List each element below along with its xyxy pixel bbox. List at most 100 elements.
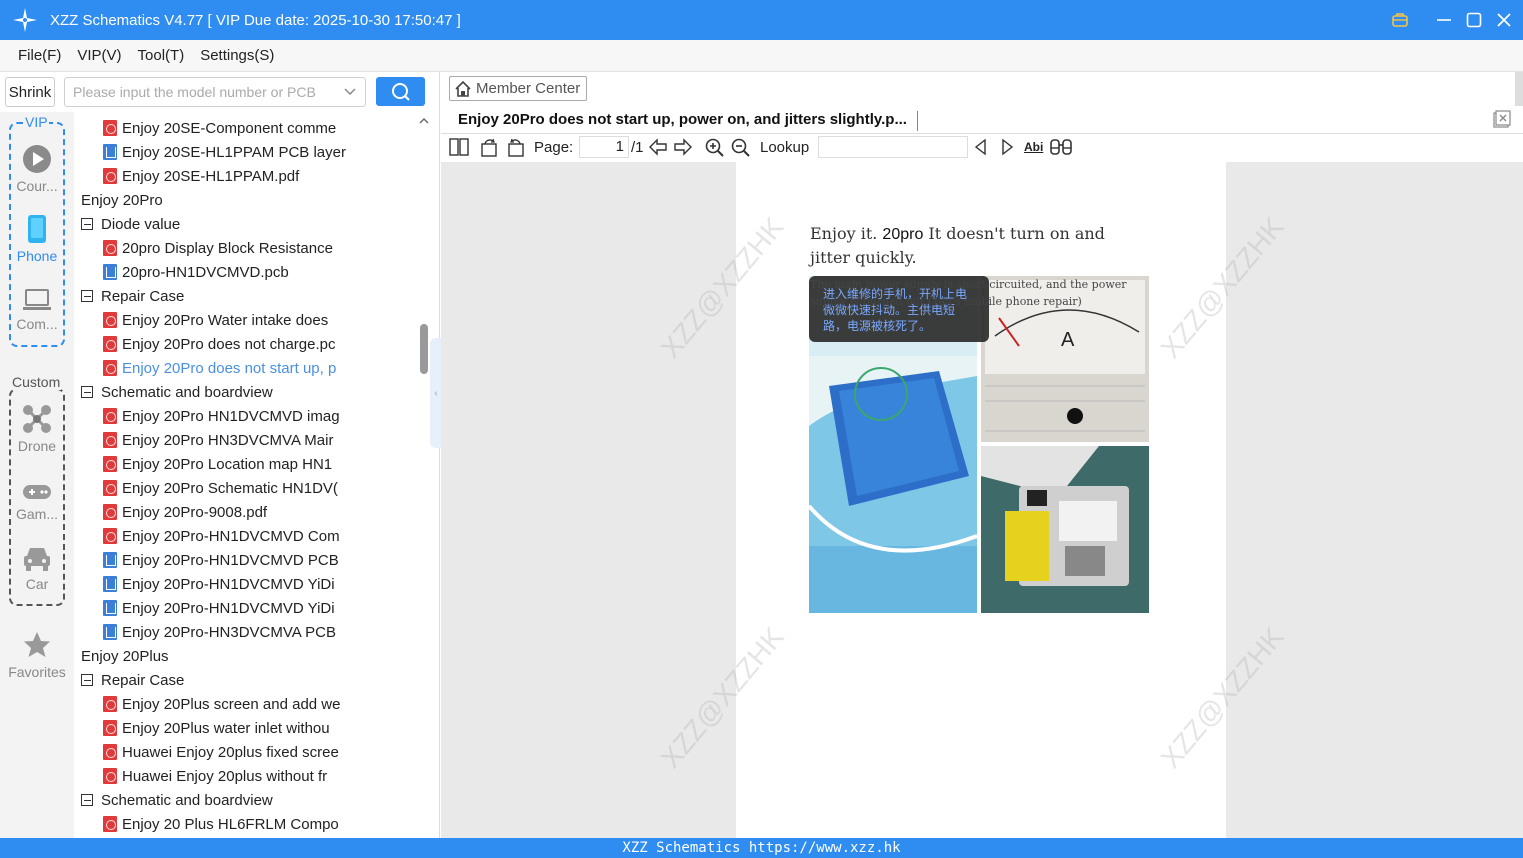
- search-button[interactable]: [376, 77, 425, 106]
- document-tab[interactable]: Enjoy 20Pro does not start up, power on,…: [441, 106, 1523, 134]
- collapse-icon[interactable]: [81, 218, 93, 230]
- rotate-right-icon[interactable]: [506, 138, 526, 158]
- tree-label: Diode value: [101, 215, 181, 233]
- tree-label: Repair Case: [101, 671, 185, 689]
- tree-label: Enjoy 20Pro-HN1DVCMVD YiDi: [122, 599, 335, 617]
- rotate-left-icon[interactable]: [479, 138, 499, 158]
- category-phone[interactable]: Phone: [0, 214, 74, 264]
- tree-file[interactable]: 20pro-HN1DVCMVD.pcb: [103, 260, 406, 284]
- pdf-file-icon: [103, 312, 117, 328]
- minimize-button[interactable]: [1435, 11, 1453, 29]
- tree-label: Enjoy 20 Plus HL6FRLM Compo: [122, 815, 339, 833]
- pdf-file-icon: [103, 360, 117, 376]
- collapse-icon[interactable]: [81, 674, 93, 686]
- menu-file[interactable]: File(F): [18, 47, 61, 64]
- category-computer[interactable]: Com...: [0, 288, 74, 332]
- member-center-button[interactable]: Member Center: [449, 76, 588, 101]
- category-course[interactable]: Cour...: [0, 144, 74, 194]
- maximize-button[interactable]: [1465, 11, 1483, 29]
- tree-file[interactable]: Enjoy 20Pro HN3DVCMVA Mair: [103, 428, 406, 452]
- collapse-icon[interactable]: [81, 290, 93, 302]
- tree-file[interactable]: Enjoy 20Pro does not start up, p: [103, 356, 406, 380]
- left-panel: Shrink Please input the model number or …: [0, 72, 440, 838]
- tree-file[interactable]: Enjoy 20Pro Water intake does: [103, 308, 406, 332]
- tree-file[interactable]: Enjoy 20Pro-9008.pdf: [103, 500, 406, 524]
- close-tab-icon[interactable]: [1493, 110, 1511, 131]
- top-scrollbar[interactable]: [1515, 72, 1523, 106]
- menu-tool[interactable]: Tool(T): [138, 47, 185, 64]
- tree-folder[interactable]: Repair Case: [81, 668, 406, 692]
- tree-file[interactable]: Enjoy 20Pro does not charge.pc: [103, 332, 406, 356]
- tree-file[interactable]: Enjoy 20SE-HL1PPAM PCB layer: [103, 140, 406, 164]
- tree-file[interactable]: Enjoy 20Plus screen and add we: [103, 692, 406, 716]
- tree-file[interactable]: Enjoy 20SE-HL1PPAM.pdf: [103, 164, 406, 188]
- tree-file[interactable]: Huawei Enjoy 20plus without fr: [103, 764, 406, 788]
- tree-file[interactable]: Enjoy 20Pro-HN1DVCMVD YiDi: [103, 572, 406, 596]
- match-case-icon[interactable]: Abi: [1024, 140, 1043, 154]
- tree-file[interactable]: Enjoy 20Pro-HN3DVCMVA PCB: [103, 620, 406, 644]
- chevron-down-icon[interactable]: [343, 84, 357, 101]
- zoom-in-icon[interactable]: [705, 138, 725, 158]
- two-page-view-icon[interactable]: [449, 138, 469, 156]
- drone-icon: [23, 405, 51, 433]
- lookup-input[interactable]: [818, 136, 968, 158]
- tree-label: Enjoy 20Pro Location map HN1: [122, 455, 333, 473]
- tree-label: Enjoy 20Pro-HN1DVCMVD PCB: [122, 551, 339, 569]
- shrink-button[interactable]: Shrink: [5, 77, 55, 107]
- menu-settings[interactable]: Settings(S): [200, 47, 274, 64]
- tree-label: Enjoy 20SE-HL1PPAM.pdf: [122, 167, 300, 185]
- doc-text-line-1: Enjoy it. 20pro It doesn't turn on and: [810, 224, 1105, 243]
- tree-folder[interactable]: Enjoy 20Plus: [74, 644, 406, 668]
- viewer-panel: Member Center Enjoy 20Pro does not start…: [441, 72, 1523, 838]
- find-prev-icon[interactable]: [973, 138, 989, 156]
- page-total: /1: [631, 139, 644, 156]
- watermark: XZZ@XZZHK: [654, 211, 790, 364]
- home-icon: [455, 80, 471, 97]
- tree-label: Enjoy 20Plus: [81, 647, 169, 665]
- watermark: XZZ@XZZHK: [1154, 621, 1290, 774]
- close-button[interactable]: [1495, 11, 1513, 29]
- tree-file[interactable]: Enjoy 20SE-Component comme: [103, 116, 406, 140]
- tree-file[interactable]: Enjoy 20Pro Schematic HN1DV(: [103, 476, 406, 500]
- tree-folder[interactable]: Enjoy 20Pro: [74, 188, 406, 212]
- category-game[interactable]: Gam...: [0, 482, 74, 522]
- pdf-file-icon: [103, 168, 117, 184]
- collapse-icon[interactable]: [81, 386, 93, 398]
- tree-file[interactable]: Enjoy 20Plus water inlet withou: [103, 716, 406, 740]
- tree-scroll-thumb[interactable]: [420, 324, 428, 374]
- tree-folder[interactable]: Repair Case: [81, 284, 406, 308]
- tree-label: Enjoy 20Pro does not start up, p: [122, 359, 337, 377]
- tree-folder[interactable]: Schematic and boardview: [81, 380, 406, 404]
- tree-file[interactable]: Enjoy 20Pro HN1DVCMVD imag: [103, 404, 406, 428]
- tree-scrollbar[interactable]: [417, 112, 431, 838]
- title-bar: XZZ Schematics V4.77 [ VIP Due date: 202…: [0, 0, 1523, 40]
- tree-file[interactable]: Enjoy 20Pro-HN1DVCMVD YiDi: [103, 596, 406, 620]
- tree-folder[interactable]: Diode value: [81, 212, 406, 236]
- collapse-icon[interactable]: [81, 794, 93, 806]
- document-viewer[interactable]: Enjoy it. 20pro It doesn't turn on and j…: [441, 162, 1523, 838]
- next-page-icon[interactable]: [673, 138, 693, 156]
- page-number-input[interactable]: 1: [579, 136, 629, 158]
- tree-file[interactable]: 20pro Display Block Resistance: [103, 236, 406, 260]
- menu-vip[interactable]: VIP(V): [77, 47, 121, 64]
- star-icon: [24, 632, 50, 657]
- pdf-file-icon: [103, 432, 117, 448]
- zoom-out-icon[interactable]: [731, 138, 751, 158]
- tree-file[interactable]: Huawei Enjoy 20plus fixed scree: [103, 740, 406, 764]
- category-drone[interactable]: Drone: [0, 404, 74, 454]
- tree-file[interactable]: Enjoy 20Pro Location map HN1: [103, 452, 406, 476]
- category-favorites[interactable]: Favorites: [0, 630, 74, 680]
- watermark: XZZ@XZZHK: [654, 621, 790, 774]
- tree-file[interactable]: Enjoy 20Pro-HN1DVCMVD PCB: [103, 548, 406, 572]
- tree-file[interactable]: Enjoy 20Pro-HN1DVCMVD Com: [103, 524, 406, 548]
- tree-file[interactable]: Enjoy 20 Plus HL6FRLM Compo: [103, 812, 406, 836]
- vip-bag-icon[interactable]: [1391, 11, 1409, 29]
- binoculars-icon[interactable]: [1050, 138, 1072, 156]
- category-car[interactable]: Car: [0, 546, 74, 592]
- tree-folder[interactable]: Schematic and boardview: [81, 788, 406, 812]
- model-search-input[interactable]: Please input the model number or PCB: [64, 77, 366, 107]
- pcb-file-icon: [103, 264, 117, 280]
- pdf-file-icon: [103, 240, 117, 256]
- find-next-icon[interactable]: [999, 138, 1015, 156]
- prev-page-icon[interactable]: [648, 138, 668, 156]
